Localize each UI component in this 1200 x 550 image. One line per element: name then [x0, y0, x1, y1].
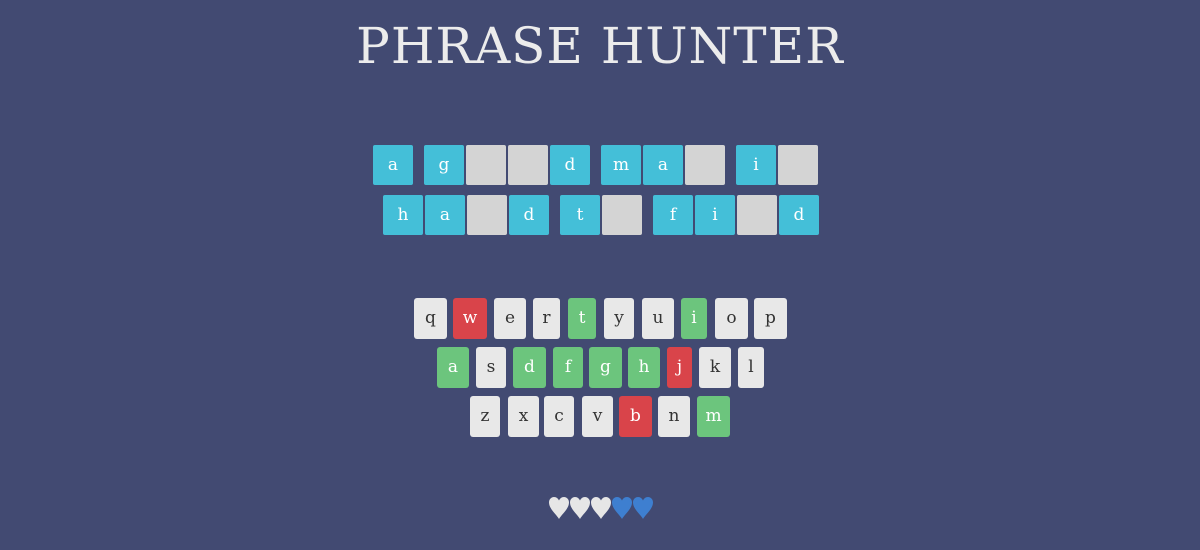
hidden-letter-tile [467, 195, 507, 235]
key-y[interactable]: y [604, 298, 634, 339]
key-c[interactable]: c [544, 396, 574, 437]
heart-lost-icon [548, 496, 570, 520]
hidden-letter-tile [602, 195, 642, 235]
key-h: h [628, 347, 660, 388]
key-q[interactable]: q [414, 298, 447, 339]
key-n[interactable]: n [658, 396, 690, 437]
heart-live-icon [611, 496, 633, 520]
phrase-letter-tile: f [653, 195, 693, 235]
heart-lost-icon [590, 496, 612, 520]
key-z[interactable]: z [470, 396, 500, 437]
heart-live-icon [632, 496, 654, 520]
key-m: m [697, 396, 730, 437]
key-o[interactable]: o [715, 298, 748, 339]
keyboard-row-3: zxcvbnm [0, 396, 1200, 437]
key-x[interactable]: x [508, 396, 539, 437]
key-e[interactable]: e [494, 298, 526, 339]
hidden-letter-tile [685, 145, 725, 185]
key-j: j [667, 347, 692, 388]
hidden-letter-tile [466, 145, 506, 185]
phrase-letter-tile: i [736, 145, 776, 185]
phrase-letter-tile: d [550, 145, 590, 185]
key-f: f [553, 347, 583, 388]
hidden-letter-tile [778, 145, 818, 185]
keyboard-row-1: qwertyuiop [0, 298, 1200, 339]
phrase-letter-tile: t [560, 195, 600, 235]
key-d: d [513, 347, 546, 388]
key-g: g [589, 347, 622, 388]
key-v[interactable]: v [582, 396, 613, 437]
phrase-letter-tile: a [425, 195, 465, 235]
key-a: a [437, 347, 469, 388]
game-title: PHRASE HUNTER [356, 17, 844, 75]
phrase-line-2: hadtfid [0, 195, 1200, 235]
key-r[interactable]: r [533, 298, 560, 339]
key-l[interactable]: l [738, 347, 764, 388]
phrase-letter-tile: i [695, 195, 735, 235]
key-k[interactable]: k [699, 347, 731, 388]
phrase-letter-tile: d [779, 195, 819, 235]
key-t: t [568, 298, 596, 339]
phrase-line-1: agdmai [0, 145, 1200, 185]
key-i: i [681, 298, 707, 339]
phrase-letter-tile: d [509, 195, 549, 235]
key-p[interactable]: p [754, 298, 787, 339]
hidden-letter-tile [737, 195, 777, 235]
hidden-letter-tile [508, 145, 548, 185]
phrase-letter-tile: h [383, 195, 423, 235]
keyboard-row-2: asdfghjkl [0, 347, 1200, 388]
key-s[interactable]: s [476, 347, 506, 388]
heart-lost-icon [569, 496, 591, 520]
phrase-letter-tile: a [373, 145, 413, 185]
lives-display [0, 496, 1200, 522]
key-b: b [619, 396, 652, 437]
key-u[interactable]: u [642, 298, 674, 339]
phrase-letter-tile: g [424, 145, 464, 185]
phrase-letter-tile: m [601, 145, 641, 185]
phrase-letter-tile: a [643, 145, 683, 185]
key-w: w [453, 298, 487, 339]
